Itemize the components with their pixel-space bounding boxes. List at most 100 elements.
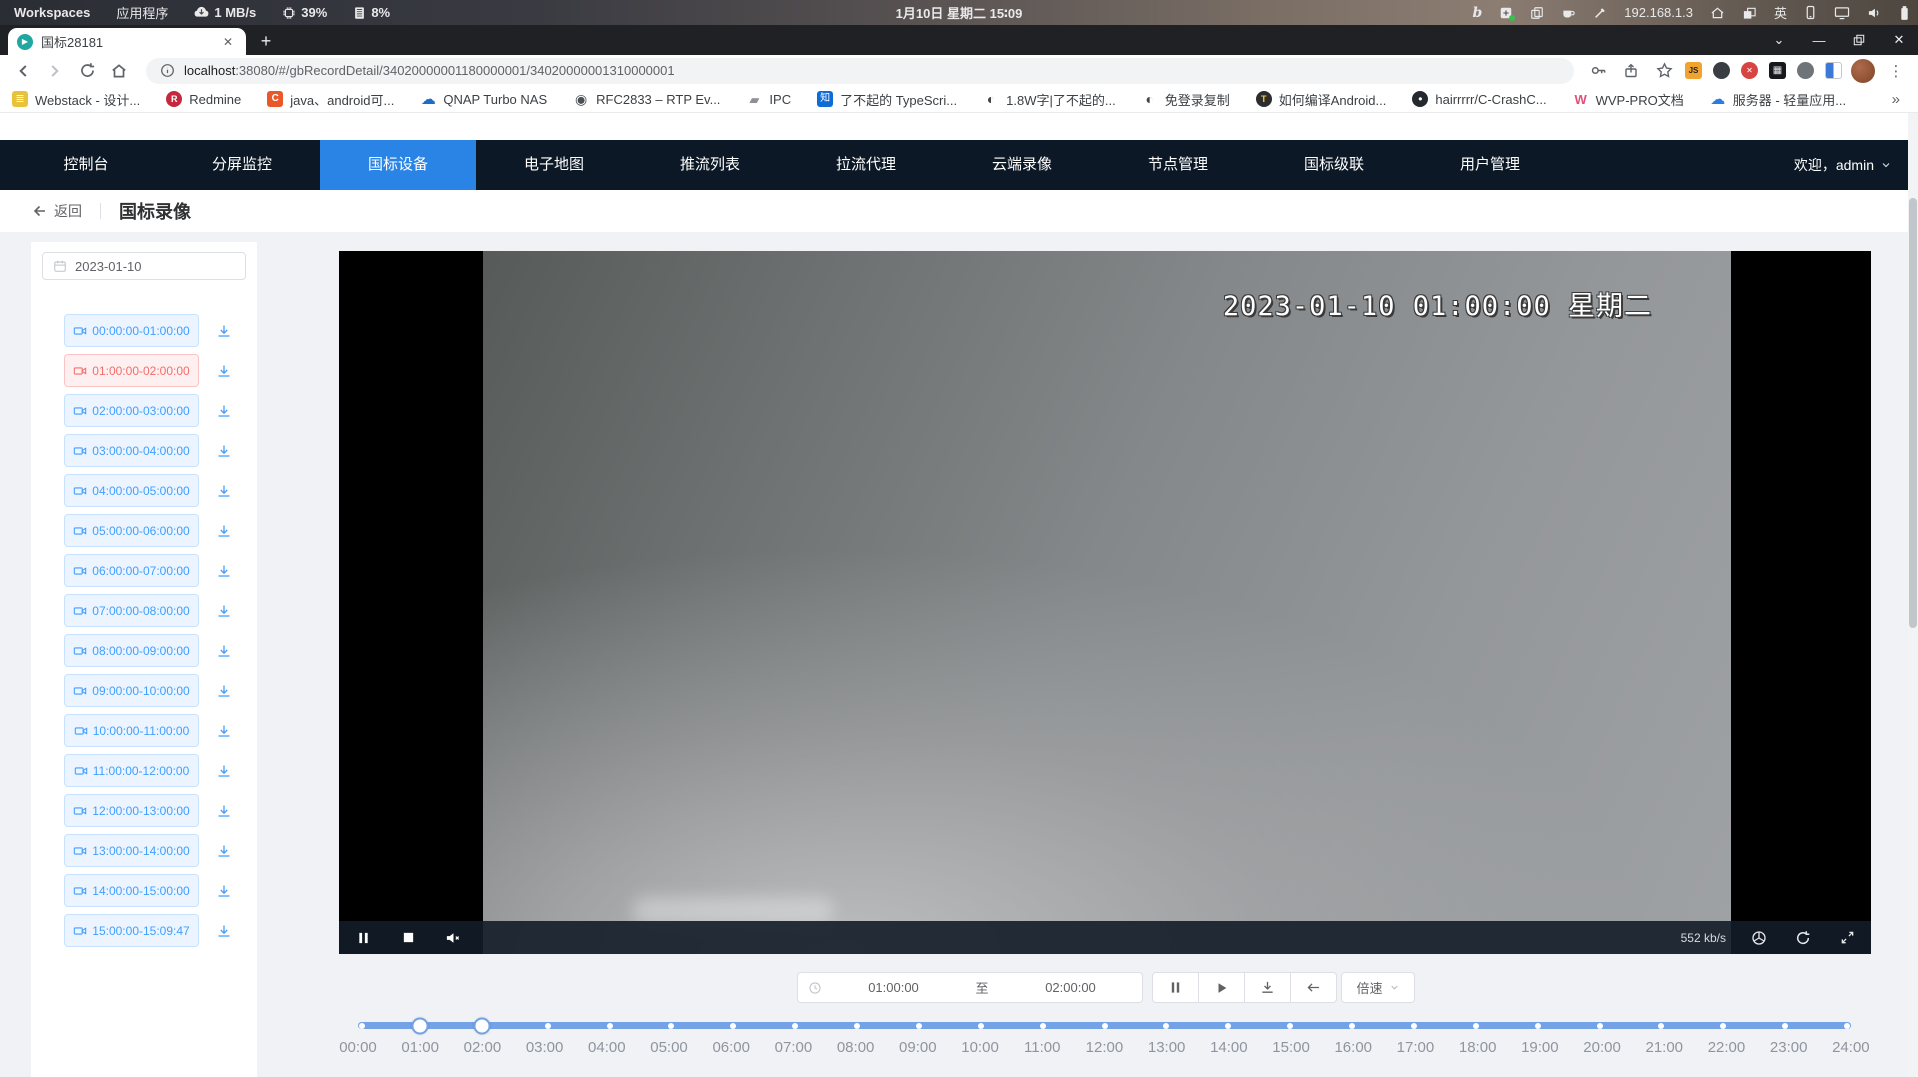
timeline-slider-track[interactable] [358, 1022, 1851, 1029]
extension-icon[interactable]: ▦ [1769, 62, 1786, 79]
segment-button[interactable]: 03:00:00-04:00:00 [64, 434, 199, 467]
segment-button[interactable]: 06:00:00-07:00:00 [64, 554, 199, 587]
extension-icon[interactable] [1825, 62, 1842, 79]
segment-download-button[interactable] [213, 680, 235, 702]
segment-button[interactable]: 07:00:00-08:00:00 [64, 594, 199, 627]
bookmark-item[interactable]: ◐ 免登录复制 [1142, 90, 1230, 109]
segment-button[interactable]: 13:00:00-14:00:00 [64, 834, 199, 867]
tray-ip-address[interactable]: 192.168.1.3 [1624, 5, 1693, 20]
tray-screwdriver-icon[interactable] [1593, 6, 1607, 20]
segment-button[interactable]: 05:00:00-06:00:00 [64, 514, 199, 547]
nav-tab[interactable]: 节点管理 [1100, 140, 1256, 190]
segment-button[interactable]: 02:00:00-03:00:00 [64, 394, 199, 427]
nav-tab[interactable]: 电子地图 [476, 140, 632, 190]
tray-clipboard-icon[interactable] [1530, 6, 1544, 20]
nav-tab[interactable]: 国标级联 [1256, 140, 1412, 190]
tray-app-b-icon[interactable]: b [1473, 5, 1483, 21]
nav-tab[interactable]: 分屏监控 [164, 140, 320, 190]
bookmark-star-icon[interactable] [1652, 59, 1676, 83]
bookmark-item[interactable]: W WVP-PRO文档 [1573, 90, 1684, 109]
segment-download-button[interactable] [213, 320, 235, 342]
menu-kebab-icon[interactable]: ⋮ [1884, 59, 1908, 83]
tray-battery-icon[interactable] [1899, 5, 1910, 21]
site-info-icon[interactable] [158, 59, 176, 83]
new-tab-button[interactable]: + [252, 27, 280, 55]
player-mute-icon[interactable] [444, 929, 462, 947]
tray-home-icon[interactable] [1710, 6, 1725, 20]
segment-download-button[interactable] [213, 760, 235, 782]
bookmark-item[interactable]: ▰ IPC [746, 91, 791, 107]
segment-download-button[interactable] [213, 560, 235, 582]
segment-download-button[interactable] [213, 600, 235, 622]
segment-download-button[interactable] [213, 360, 235, 382]
tab-search-icon[interactable]: ⌄ [1766, 27, 1792, 53]
play-button[interactable] [1198, 972, 1245, 1003]
bookmark-item[interactable]: ◐ 1.8W字|了不起的... [983, 90, 1116, 109]
extension-icon[interactable] [1713, 62, 1730, 79]
segment-button[interactable]: 00:00:00-01:00:00 [64, 314, 199, 347]
tray-display-icon[interactable] [1834, 6, 1850, 20]
window-minimize-button[interactable]: — [1806, 27, 1832, 53]
segment-download-button[interactable] [213, 840, 235, 862]
bookmark-item[interactable]: • hairrrrr/C-CrashC... [1412, 91, 1546, 107]
pause-button[interactable] [1152, 972, 1199, 1003]
bookmark-item[interactable]: ≣ Webstack - 设计... [12, 90, 140, 109]
tray-phone-link-icon[interactable] [1804, 5, 1817, 20]
workspaces-button[interactable]: Workspaces [14, 5, 90, 20]
forward-icon[interactable] [42, 58, 68, 84]
back-icon[interactable] [10, 58, 36, 84]
timeline-handle[interactable] [412, 1017, 429, 1034]
nav-tab[interactable]: 用户管理 [1412, 140, 1568, 190]
extension-icon[interactable] [1797, 62, 1814, 79]
bookmark-item[interactable]: ◉ RFC2833 – RTP Ev... [573, 91, 720, 107]
input-language-indicator[interactable]: 英 [1774, 3, 1787, 22]
segment-download-button[interactable] [213, 480, 235, 502]
tray-volume-icon[interactable] [1867, 6, 1882, 20]
nav-tab[interactable]: 国标设备 [320, 140, 476, 190]
refresh-icon[interactable] [1794, 929, 1812, 947]
share-icon[interactable] [1619, 59, 1643, 83]
segment-button[interactable]: 12:00:00-13:00:00 [64, 794, 199, 827]
video-player[interactable]: 2023-01-10 01:00:00 星期二 552 kb/s [339, 251, 1871, 954]
segment-button[interactable]: 09:00:00-10:00:00 [64, 674, 199, 707]
segment-button[interactable]: 15:00:00-15:09:47 [64, 914, 199, 947]
player-stop-icon[interactable] [399, 929, 417, 947]
download-button[interactable] [1244, 972, 1291, 1003]
bookmarks-overflow-icon[interactable]: » [1892, 91, 1906, 108]
date-picker-input[interactable]: 2023-01-10 [42, 252, 246, 280]
extension-icon[interactable]: ✕ [1741, 62, 1758, 79]
page-scrollbar[interactable] [1908, 113, 1918, 1077]
segment-download-button[interactable] [213, 400, 235, 422]
segment-download-button[interactable] [213, 880, 235, 902]
segment-button[interactable]: 14:00:00-15:00:00 [64, 874, 199, 907]
time-range-picker[interactable]: 01:00:00 至 02:00:00 [797, 972, 1143, 1003]
url-text[interactable]: localhost:38080/#/gbRecordDetail/3402000… [184, 63, 675, 78]
segment-download-button[interactable] [213, 520, 235, 542]
seek-back-button[interactable] [1290, 972, 1337, 1003]
start-time-input[interactable]: 01:00:00 [822, 980, 965, 995]
segment-button[interactable]: 04:00:00-05:00:00 [64, 474, 199, 507]
segment-download-button[interactable] [213, 640, 235, 662]
segment-download-button[interactable] [213, 440, 235, 462]
segment-button[interactable]: 08:00:00-09:00:00 [64, 634, 199, 667]
tray-app-status-icon[interactable] [1499, 6, 1513, 20]
player-pause-icon[interactable] [354, 929, 372, 947]
bookmark-item[interactable]: C java、android可... [267, 90, 394, 109]
applications-menu[interactable]: 应用程序 [116, 3, 168, 22]
snapshot-aperture-icon[interactable] [1750, 929, 1768, 947]
address-bar[interactable]: localhost:38080/#/gbRecordDetail/3402000… [146, 58, 1574, 84]
nav-tab[interactable]: 拉流代理 [788, 140, 944, 190]
bookmark-item[interactable]: ☁ 服务器 - 轻量应用... [1710, 90, 1846, 109]
scrollbar-thumb[interactable] [1909, 198, 1917, 628]
segment-download-button[interactable] [213, 800, 235, 822]
home-icon[interactable] [106, 58, 132, 84]
reload-icon[interactable] [74, 58, 100, 84]
segment-button[interactable]: 01:00:00-02:00:00 [64, 354, 199, 387]
fullscreen-icon[interactable] [1838, 929, 1856, 947]
segment-button[interactable]: 11:00:00-12:00:00 [64, 754, 199, 787]
segment-download-button[interactable] [213, 720, 235, 742]
profile-avatar[interactable] [1851, 59, 1875, 83]
clock[interactable]: 1月10日 星期二 15∶09 [896, 0, 1023, 25]
nav-tab[interactable]: 控制台 [8, 140, 164, 190]
window-restore-button[interactable] [1846, 27, 1872, 53]
